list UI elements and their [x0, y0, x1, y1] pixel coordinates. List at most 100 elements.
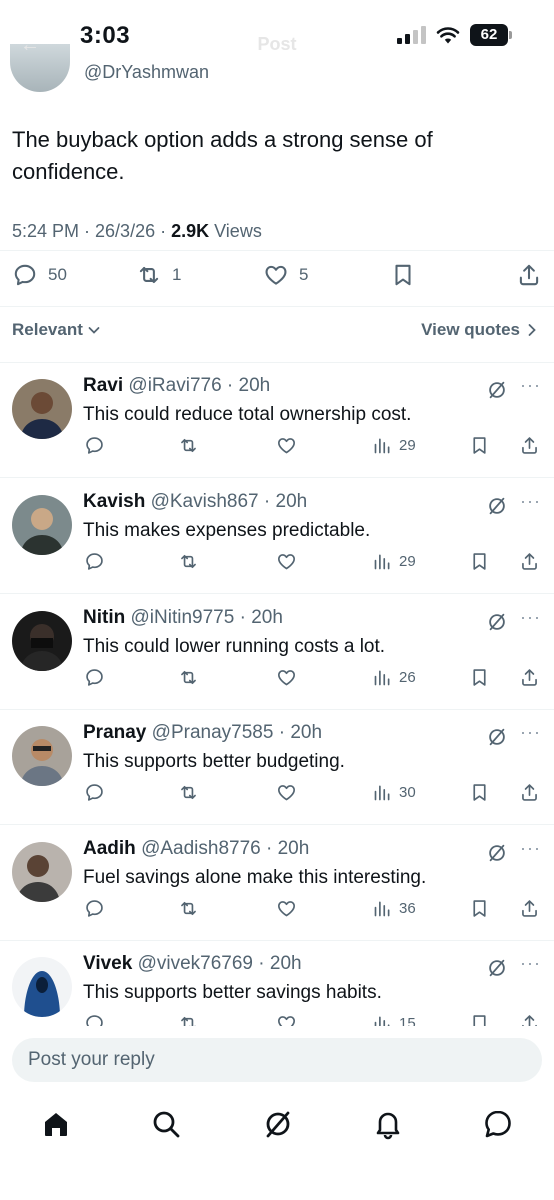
reply-icon	[84, 667, 105, 688]
reply-button[interactable]: 50	[12, 262, 67, 288]
share-button[interactable]	[519, 667, 540, 688]
reply-author-handle[interactable]: @iRavi776	[128, 375, 221, 396]
share-button[interactable]	[519, 782, 540, 803]
search-icon[interactable]	[150, 1108, 182, 1140]
view-quotes-link[interactable]: View quotes	[421, 320, 538, 340]
reply-author-handle[interactable]: @iNitin9775	[131, 607, 235, 628]
reply-input[interactable]: Post your reply	[12, 1038, 542, 1082]
repost-button[interactable]	[178, 551, 199, 572]
views-button[interactable]: 36	[372, 898, 416, 919]
reply-button[interactable]	[84, 551, 105, 572]
views-count: 30	[399, 784, 416, 801]
bookmark-button[interactable]	[469, 435, 490, 456]
reply-author-handle[interactable]: @Kavish867	[151, 491, 259, 512]
bookmark-button[interactable]	[469, 782, 490, 803]
separator-dot: ·	[221, 375, 239, 396]
share-button[interactable]	[519, 435, 540, 456]
like-button[interactable]	[276, 898, 297, 919]
more-options-icon[interactable]: ···	[520, 953, 541, 974]
reply-author-name[interactable]: Kavish	[83, 491, 145, 512]
reply-avatar[interactable]	[12, 842, 72, 902]
reply-author-name[interactable]: Ravi	[83, 375, 123, 396]
repost-button[interactable]	[178, 667, 199, 688]
more-options-icon[interactable]: ···	[520, 838, 541, 859]
reply-avatar[interactable]	[12, 611, 72, 671]
reply-button[interactable]	[84, 782, 105, 803]
like-icon	[276, 435, 297, 456]
like-button[interactable]	[276, 782, 297, 803]
chevron-down-icon	[88, 327, 100, 334]
like-button[interactable]	[276, 667, 297, 688]
bookmark-button[interactable]	[469, 551, 490, 572]
bookmark-button[interactable]	[469, 667, 490, 688]
bookmark-button[interactable]	[390, 262, 416, 288]
separator-dot: ·	[260, 838, 278, 859]
reply-item[interactable]: Nitin @iNitin9775 · 20h This could lower…	[0, 595, 554, 710]
grok-icon[interactable]	[486, 495, 508, 517]
sort-dropdown[interactable]: Relevant	[12, 320, 101, 340]
reply-author-handle[interactable]: @vivek76769	[138, 953, 253, 974]
reply-icon	[84, 898, 105, 919]
reply-icon	[84, 435, 105, 456]
views-button[interactable]: 29	[372, 551, 416, 572]
grok-icon[interactable]	[486, 379, 508, 401]
grok-icon[interactable]	[486, 611, 508, 633]
more-options-icon[interactable]: ···	[520, 491, 541, 512]
views-button[interactable]: 29	[372, 435, 416, 456]
grok-icon[interactable]	[486, 957, 508, 979]
share-button[interactable]	[519, 898, 540, 919]
home-icon[interactable]	[40, 1108, 72, 1140]
reply-button[interactable]	[84, 667, 105, 688]
notifications-icon[interactable]	[372, 1108, 404, 1140]
grok-icon[interactable]	[262, 1108, 294, 1140]
reply-avatar[interactable]	[12, 379, 72, 439]
like-button[interactable]: 5	[263, 262, 308, 288]
messages-icon[interactable]	[482, 1108, 514, 1140]
like-button[interactable]	[276, 435, 297, 456]
reply-time: 20h	[251, 607, 283, 628]
reply-author-handle[interactable]: @Pranay7585	[152, 722, 274, 743]
reply-avatar[interactable]	[12, 957, 72, 1017]
repost-icon	[178, 667, 199, 688]
reply-text: This supports better budgeting.	[83, 751, 345, 772]
reply-header: Aadih @Aadish8776 · 20h	[83, 838, 309, 860]
repost-button[interactable]	[178, 435, 199, 456]
reply-author-name[interactable]: Vivek	[83, 953, 132, 974]
repost-button[interactable]	[178, 782, 199, 803]
views-count: 29	[399, 553, 416, 570]
reply-time: 20h	[275, 491, 308, 512]
reply-item[interactable]: Pranay @Pranay7585 · 20h This supports b…	[0, 710, 554, 825]
grok-icon[interactable]	[486, 726, 508, 748]
repost-icon	[136, 262, 162, 288]
reply-button[interactable]	[84, 898, 105, 919]
reply-item[interactable]: Ravi @iRavi776 · 20h This could reduce t…	[0, 363, 554, 478]
reply-item[interactable]: Aadih @Aadish8776 · 20h Fuel savings alo…	[0, 826, 554, 941]
grok-icon[interactable]	[486, 842, 508, 864]
like-icon	[276, 898, 297, 919]
more-options-icon[interactable]: ···	[520, 722, 541, 743]
repost-button[interactable]: 1	[136, 262, 181, 288]
separator-dot: ·	[273, 722, 291, 743]
reply-avatar[interactable]	[12, 495, 72, 555]
reply-button[interactable]	[84, 435, 105, 456]
reply-author-name[interactable]: Aadih	[83, 838, 136, 859]
bookmark-icon	[390, 262, 416, 288]
like-button[interactable]	[276, 551, 297, 572]
reply-icon	[84, 551, 105, 572]
more-options-icon[interactable]: ···	[520, 375, 541, 396]
share-button[interactable]	[519, 551, 540, 572]
views-button[interactable]: 30	[372, 782, 416, 803]
separator-dot: ·	[253, 953, 270, 974]
reply-text: This could reduce total ownership cost.	[83, 404, 412, 425]
repost-button[interactable]	[178, 898, 199, 919]
reply-item[interactable]: Kavish @Kavish867 · 20h This makes expen…	[0, 479, 554, 594]
more-options-icon[interactable]: ···	[520, 607, 541, 628]
reply-author-name[interactable]: Nitin	[83, 607, 125, 628]
share-button[interactable]	[516, 262, 542, 288]
share-icon	[519, 782, 540, 803]
reply-avatar[interactable]	[12, 726, 72, 786]
reply-author-name[interactable]: Pranay	[83, 722, 146, 743]
views-button[interactable]: 26	[372, 667, 416, 688]
reply-author-handle[interactable]: @Aadish8776	[141, 838, 261, 859]
bookmark-button[interactable]	[469, 898, 490, 919]
